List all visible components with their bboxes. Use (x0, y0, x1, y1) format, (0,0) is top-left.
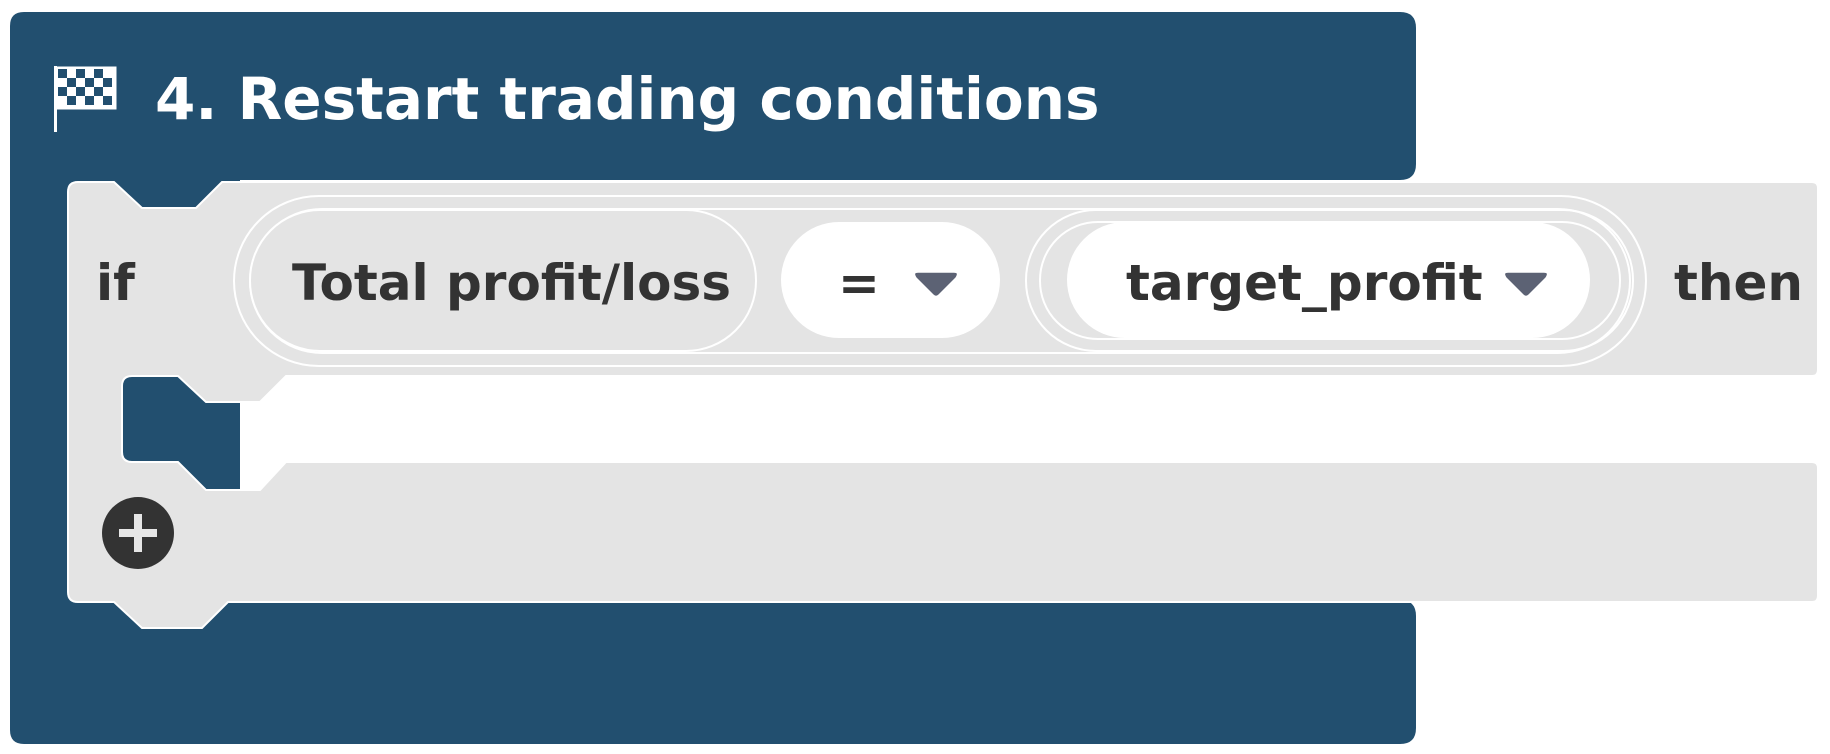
blockly-workspace[interactable]: 4. Restart trading conditions if then To… (0, 0, 1830, 754)
add-else-button[interactable] (102, 497, 174, 569)
plus-icon-stroke (134, 514, 142, 552)
total-profit-loss-label: Total profit/loss (292, 254, 732, 312)
variable-label: target_profit (1126, 254, 1483, 312)
then-keyword: then (1674, 254, 1804, 312)
block-title: 4. Restart trading conditions (155, 65, 1100, 133)
if-keyword: if (96, 254, 135, 312)
operator-label: = (838, 254, 880, 312)
operator-dropdown[interactable] (781, 222, 1000, 338)
